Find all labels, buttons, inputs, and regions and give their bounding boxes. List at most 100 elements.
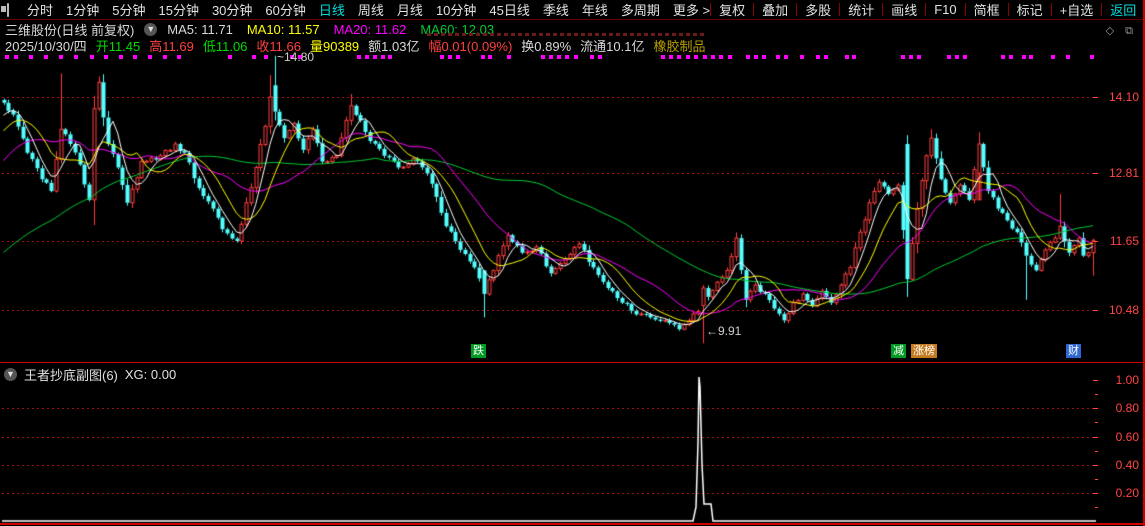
tool-menu: 复权叠加多股统计画线F10简框标记+自选返回	[710, 0, 1144, 19]
tool-item-叠加[interactable]: 叠加	[754, 0, 796, 19]
alert-dash-icon	[637, 33, 641, 36]
tool-item-+自选[interactable]: +自选	[1052, 0, 1102, 19]
period-item-周线[interactable]: 周线	[358, 0, 384, 19]
signal-marker-icon	[909, 55, 913, 59]
signal-marker-icon	[177, 55, 181, 59]
signal-marker-icon	[373, 55, 377, 59]
signal-marker-icon	[456, 55, 460, 59]
indicator-title[interactable]: 王者抄底副图(6)	[24, 365, 118, 384]
tool-item-标记[interactable]: 标记	[1009, 0, 1051, 19]
signal-marker-icon	[574, 55, 578, 59]
alert-dash-icon	[490, 33, 494, 36]
period-item-5分钟[interactable]: 5分钟	[112, 0, 145, 19]
signal-marker-icon	[784, 55, 788, 59]
signal-marker-icon	[1022, 55, 1026, 59]
alert-dash-icon	[483, 33, 487, 36]
alert-dash-icon	[567, 33, 571, 36]
period-item-分时[interactable]: 分时	[27, 0, 53, 19]
period-item-15分钟[interactable]: 15分钟	[158, 0, 198, 19]
tool-item-返回[interactable]: 返回	[1102, 0, 1144, 19]
period-item-60分钟[interactable]: 60分钟	[265, 0, 305, 19]
alert-dash-icon	[476, 33, 480, 36]
period-item-季线[interactable]: 季线	[543, 0, 569, 19]
high-price-annotation: ~14.80	[277, 50, 314, 64]
signal-marker-icon	[44, 55, 48, 59]
main-candlestick-panel[interactable]: 14.1012.8111.6510.48~14.80←9.91跌减涨榜财	[0, 54, 1145, 363]
chevron-down-icon[interactable]: ▼	[4, 368, 17, 381]
ma-value: MA5: 11.71	[167, 22, 233, 37]
top-menu-bar: 分时 1分钟 5分钟 15分钟 30分钟 60分钟日线周线月线 10分钟 45日线季线年线多周…	[0, 0, 1145, 20]
corner-icons[interactable]: ◇ ⧉	[1106, 24, 1137, 38]
signal-marker-icon	[955, 55, 959, 59]
signal-marker-icon	[381, 55, 385, 59]
axis-minor-tick	[1095, 479, 1098, 480]
signal-marker-icon	[104, 55, 108, 59]
signal-marker-icon	[5, 55, 9, 59]
alert-dash-icon	[553, 33, 557, 36]
event-badge-减[interactable]: 减	[891, 344, 906, 358]
value-axis-label: 0.40	[1097, 458, 1139, 472]
tool-item-多股[interactable]: 多股	[797, 0, 839, 19]
period-menu: 分时 1分钟 5分钟 15分钟 30分钟 60分钟日线周线月线 10分钟 45日线季线年线多周…	[27, 0, 710, 19]
alert-dash-icon	[686, 33, 690, 36]
signal-marker-icon	[59, 55, 63, 59]
event-badge-涨榜[interactable]: 涨榜	[911, 344, 937, 358]
alert-dash-icon	[525, 33, 529, 36]
signal-marker-icon	[541, 55, 545, 59]
period-item-更多 >[interactable]: 更多 >	[673, 0, 710, 19]
event-badge-跌[interactable]: 跌	[471, 344, 486, 358]
value-axis-label: 0.80	[1097, 401, 1139, 415]
value-axis-label: 0.20	[1097, 486, 1139, 500]
alert-dash-icon	[658, 33, 662, 36]
tool-item-简框[interactable]: 简框	[966, 0, 1008, 19]
period-item-多周期[interactable]: 多周期	[621, 0, 660, 19]
period-item-45日线[interactable]: 45日线	[489, 0, 529, 19]
period-item-1分钟[interactable]: 1分钟	[66, 0, 99, 19]
quote-field: 高11.69	[149, 36, 194, 55]
tool-item-画线[interactable]: 画线	[883, 0, 925, 19]
signal-marker-icon	[440, 55, 444, 59]
alert-dash-icon	[504, 33, 508, 36]
signal-marker-icon	[1009, 55, 1013, 59]
quote-field: 幅0.01(0.09%)	[428, 36, 512, 55]
signal-marker-icon	[1066, 55, 1070, 59]
chevron-down-icon[interactable]: ▼	[144, 23, 157, 36]
alert-dash-icon	[693, 33, 697, 36]
sub-indicator-panel[interactable]: ▼ 王者抄底副图(6) XG: 0.00 1.000.800.600.400.2…	[0, 363, 1145, 524]
axis-minor-tick	[1095, 422, 1098, 423]
alert-dash-icon	[469, 33, 473, 36]
quote-field: 换0.89%	[521, 36, 571, 55]
period-item-日线[interactable]: 日线	[319, 0, 345, 19]
period-item-10分钟[interactable]: 10分钟	[436, 0, 476, 19]
signal-marker-icon	[163, 55, 167, 59]
alert-dash-icon	[665, 33, 669, 36]
signal-marker-icon	[711, 55, 715, 59]
tool-item-复权[interactable]: 复权	[711, 0, 753, 19]
price-axis-label: 11.65	[1097, 234, 1139, 248]
tool-item-F10[interactable]: F10	[926, 2, 964, 17]
period-item-年线[interactable]: 年线	[582, 0, 608, 19]
signal-marker-icon	[507, 55, 511, 59]
indicator-canvas[interactable]	[0, 363, 1145, 524]
alert-dash-icon	[546, 33, 550, 36]
alert-dash-icon	[539, 33, 543, 36]
signal-marker-icon	[1051, 55, 1055, 59]
signal-marker-icon	[661, 55, 665, 59]
period-item-30分钟[interactable]: 30分钟	[212, 0, 252, 19]
alert-dash-icon	[455, 33, 459, 36]
candlestick-canvas[interactable]	[0, 54, 1145, 363]
signal-marker-icon	[901, 55, 905, 59]
signal-marker-icon	[228, 55, 232, 59]
signal-marker-icon	[448, 55, 452, 59]
signal-marker-icon	[565, 55, 569, 59]
signal-marker-icon	[264, 55, 268, 59]
alert-dash-icon	[434, 33, 438, 36]
alert-dash-icon	[497, 33, 501, 36]
signal-marker-icon	[800, 55, 804, 59]
window-layout-icon[interactable]	[7, 3, 9, 17]
signal-marker-icon	[148, 55, 152, 59]
event-badge-财[interactable]: 财	[1066, 344, 1081, 358]
tool-item-统计[interactable]: 统计	[840, 0, 882, 19]
period-item-月线[interactable]: 月线	[397, 0, 423, 19]
axis-minor-tick	[1095, 394, 1098, 395]
